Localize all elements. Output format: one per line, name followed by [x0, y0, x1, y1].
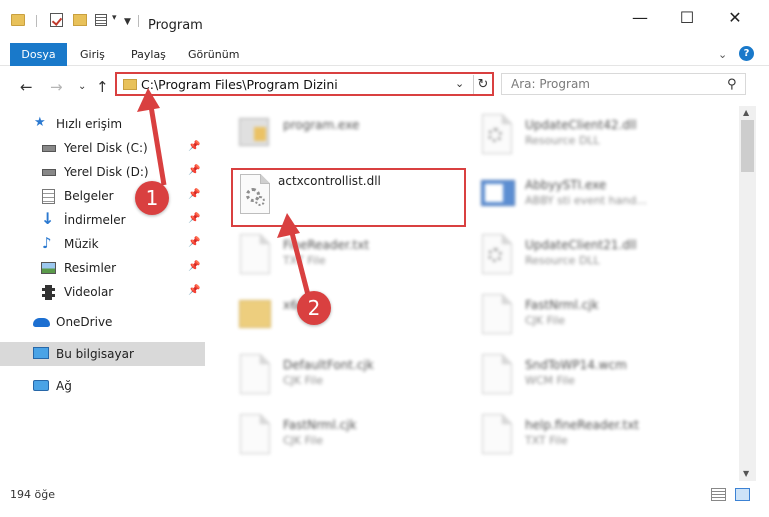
arrow-1-shaft [147, 99, 167, 186]
arrow-2-shaft [287, 224, 311, 296]
status-bar: 194 öğe [0, 481, 769, 517]
scroll-thumb[interactable] [741, 120, 754, 172]
arrow-2-head [277, 213, 300, 238]
step-badge-2: 2 [297, 291, 331, 325]
large-icons-view-icon[interactable] [735, 488, 750, 501]
vertical-scrollbar[interactable]: ▲ ▼ [739, 106, 756, 481]
annotation-arrows [137, 88, 311, 296]
scroll-up-icon[interactable]: ▲ [743, 108, 749, 117]
item-count: 194 öğe [10, 488, 55, 501]
details-view-icon[interactable] [711, 488, 726, 501]
step-badge-1: 1 [135, 181, 169, 215]
scroll-down-icon[interactable]: ▼ [743, 469, 749, 478]
arrow-1-head [137, 88, 160, 112]
